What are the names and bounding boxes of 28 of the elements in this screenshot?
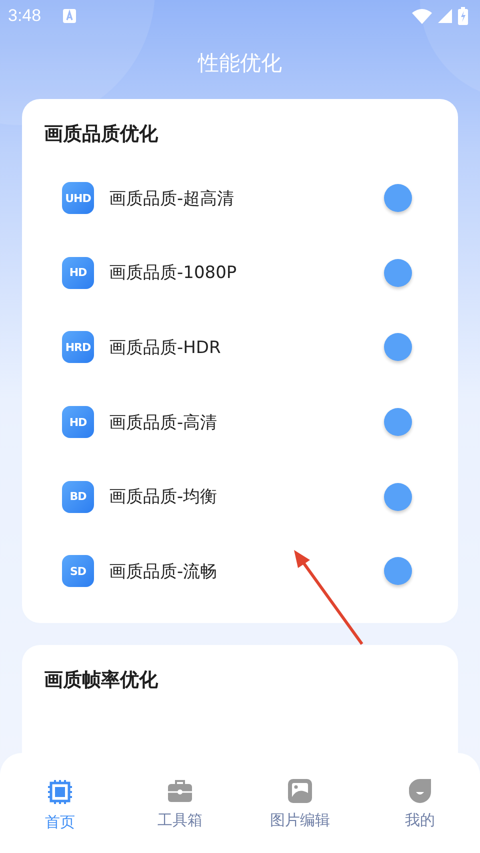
card-title: 画质品质优化 [44,122,159,147]
toolbox-icon [167,779,193,803]
quality-option-label: 画质品质-超高清 [109,188,236,210]
nav-tab[interactable]: 首页 [10,779,110,853]
quality-badge-icon: HRD [62,331,94,364]
nav-tab[interactable]: 图片编辑 [250,779,350,853]
page-title: 性能优化 [196,50,283,77]
signal-icon [438,9,452,23]
face-icon [409,779,431,803]
wifi-icon [412,8,432,24]
quality-badge-icon: HD [62,256,94,289]
quality-option-label: 画质品质-均衡 [109,486,218,508]
battery-icon [458,7,468,25]
quality-option-label: 画质品质-高清 [109,412,218,434]
quality-option-label: 画质品质-HDR [109,336,222,359]
nav-tab[interactable]: 我的 [370,779,470,853]
nav-tab[interactable]: 工具箱 [130,779,230,853]
quality-badge-icon: UHD [62,182,94,214]
chip-icon [47,779,73,805]
keyboard-icon [63,9,76,23]
card-title: 画质帧率优化 [44,668,159,693]
quality-option-label: 画质品质-流畅 [109,560,218,583]
quality-option-label: 画质品质-1080P [109,262,238,284]
quality-badge-icon: HD [62,406,94,438]
status-time: 3:48 [8,6,42,26]
quality-badge-icon: SD [62,555,94,588]
quality-badge-icon: BD [62,480,94,513]
image-icon [288,779,312,803]
